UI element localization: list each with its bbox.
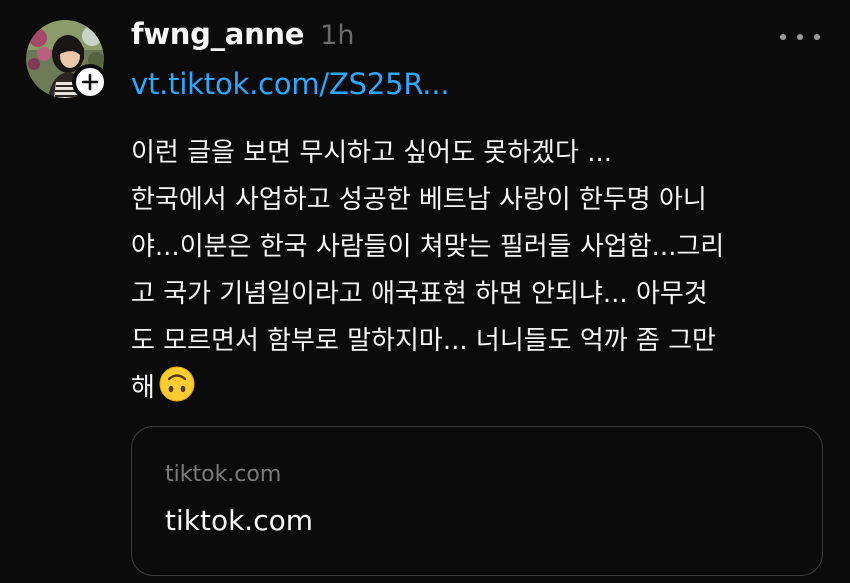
plus-icon [81,73,99,91]
upside-down-face-icon [159,366,195,402]
post-body-line: 야...이분은 한국 사람들이 쳐맞는 필러들 사업함...그리 [131,232,725,262]
post-body-line: 도 모르면서 함부로 말하지마... 너니들도 억까 좀 그만 [131,326,716,356]
follow-button[interactable] [72,64,108,100]
link-preview-domain: tiktok.com [165,462,282,487]
post-body: 이런 글을 보면 무시하고 싶어도 못하겠다 ... 한국에서 사업하고 성공한… [131,130,831,412]
link-preview-title: tiktok.com [165,504,313,537]
more-horizontal-icon-dot [814,34,820,40]
link-preview-card[interactable]: tiktok.com tiktok.com [131,426,823,576]
post-header: fwng_anne 1h [131,17,354,51]
more-options-button[interactable] [780,25,820,49]
post-body-line: 한국에서 사업하고 성공한 베트남 사랑이 한두명 아니 [131,185,707,215]
more-horizontal-icon-dot [780,34,786,40]
more-horizontal-icon-dot [797,34,803,40]
post-body-last-line: 해 [131,365,831,412]
username[interactable]: fwng_anne [131,17,304,51]
post-timestamp: 1h [320,20,355,51]
post-body-line: 고 국가 기념일이라고 애국표현 하면 안되냐... 아무것 [131,279,708,309]
thread-post: fwng_anne 1h vt.tiktok.com/ZS25R... 이런 글… [0,0,850,583]
avatar-container[interactable] [26,20,108,100]
post-body-line: 이런 글을 보면 무시하고 싶어도 못하겠다 ... [131,138,613,168]
post-link[interactable]: vt.tiktok.com/ZS25R... [131,67,450,101]
post-body-line: 해 [131,373,155,403]
